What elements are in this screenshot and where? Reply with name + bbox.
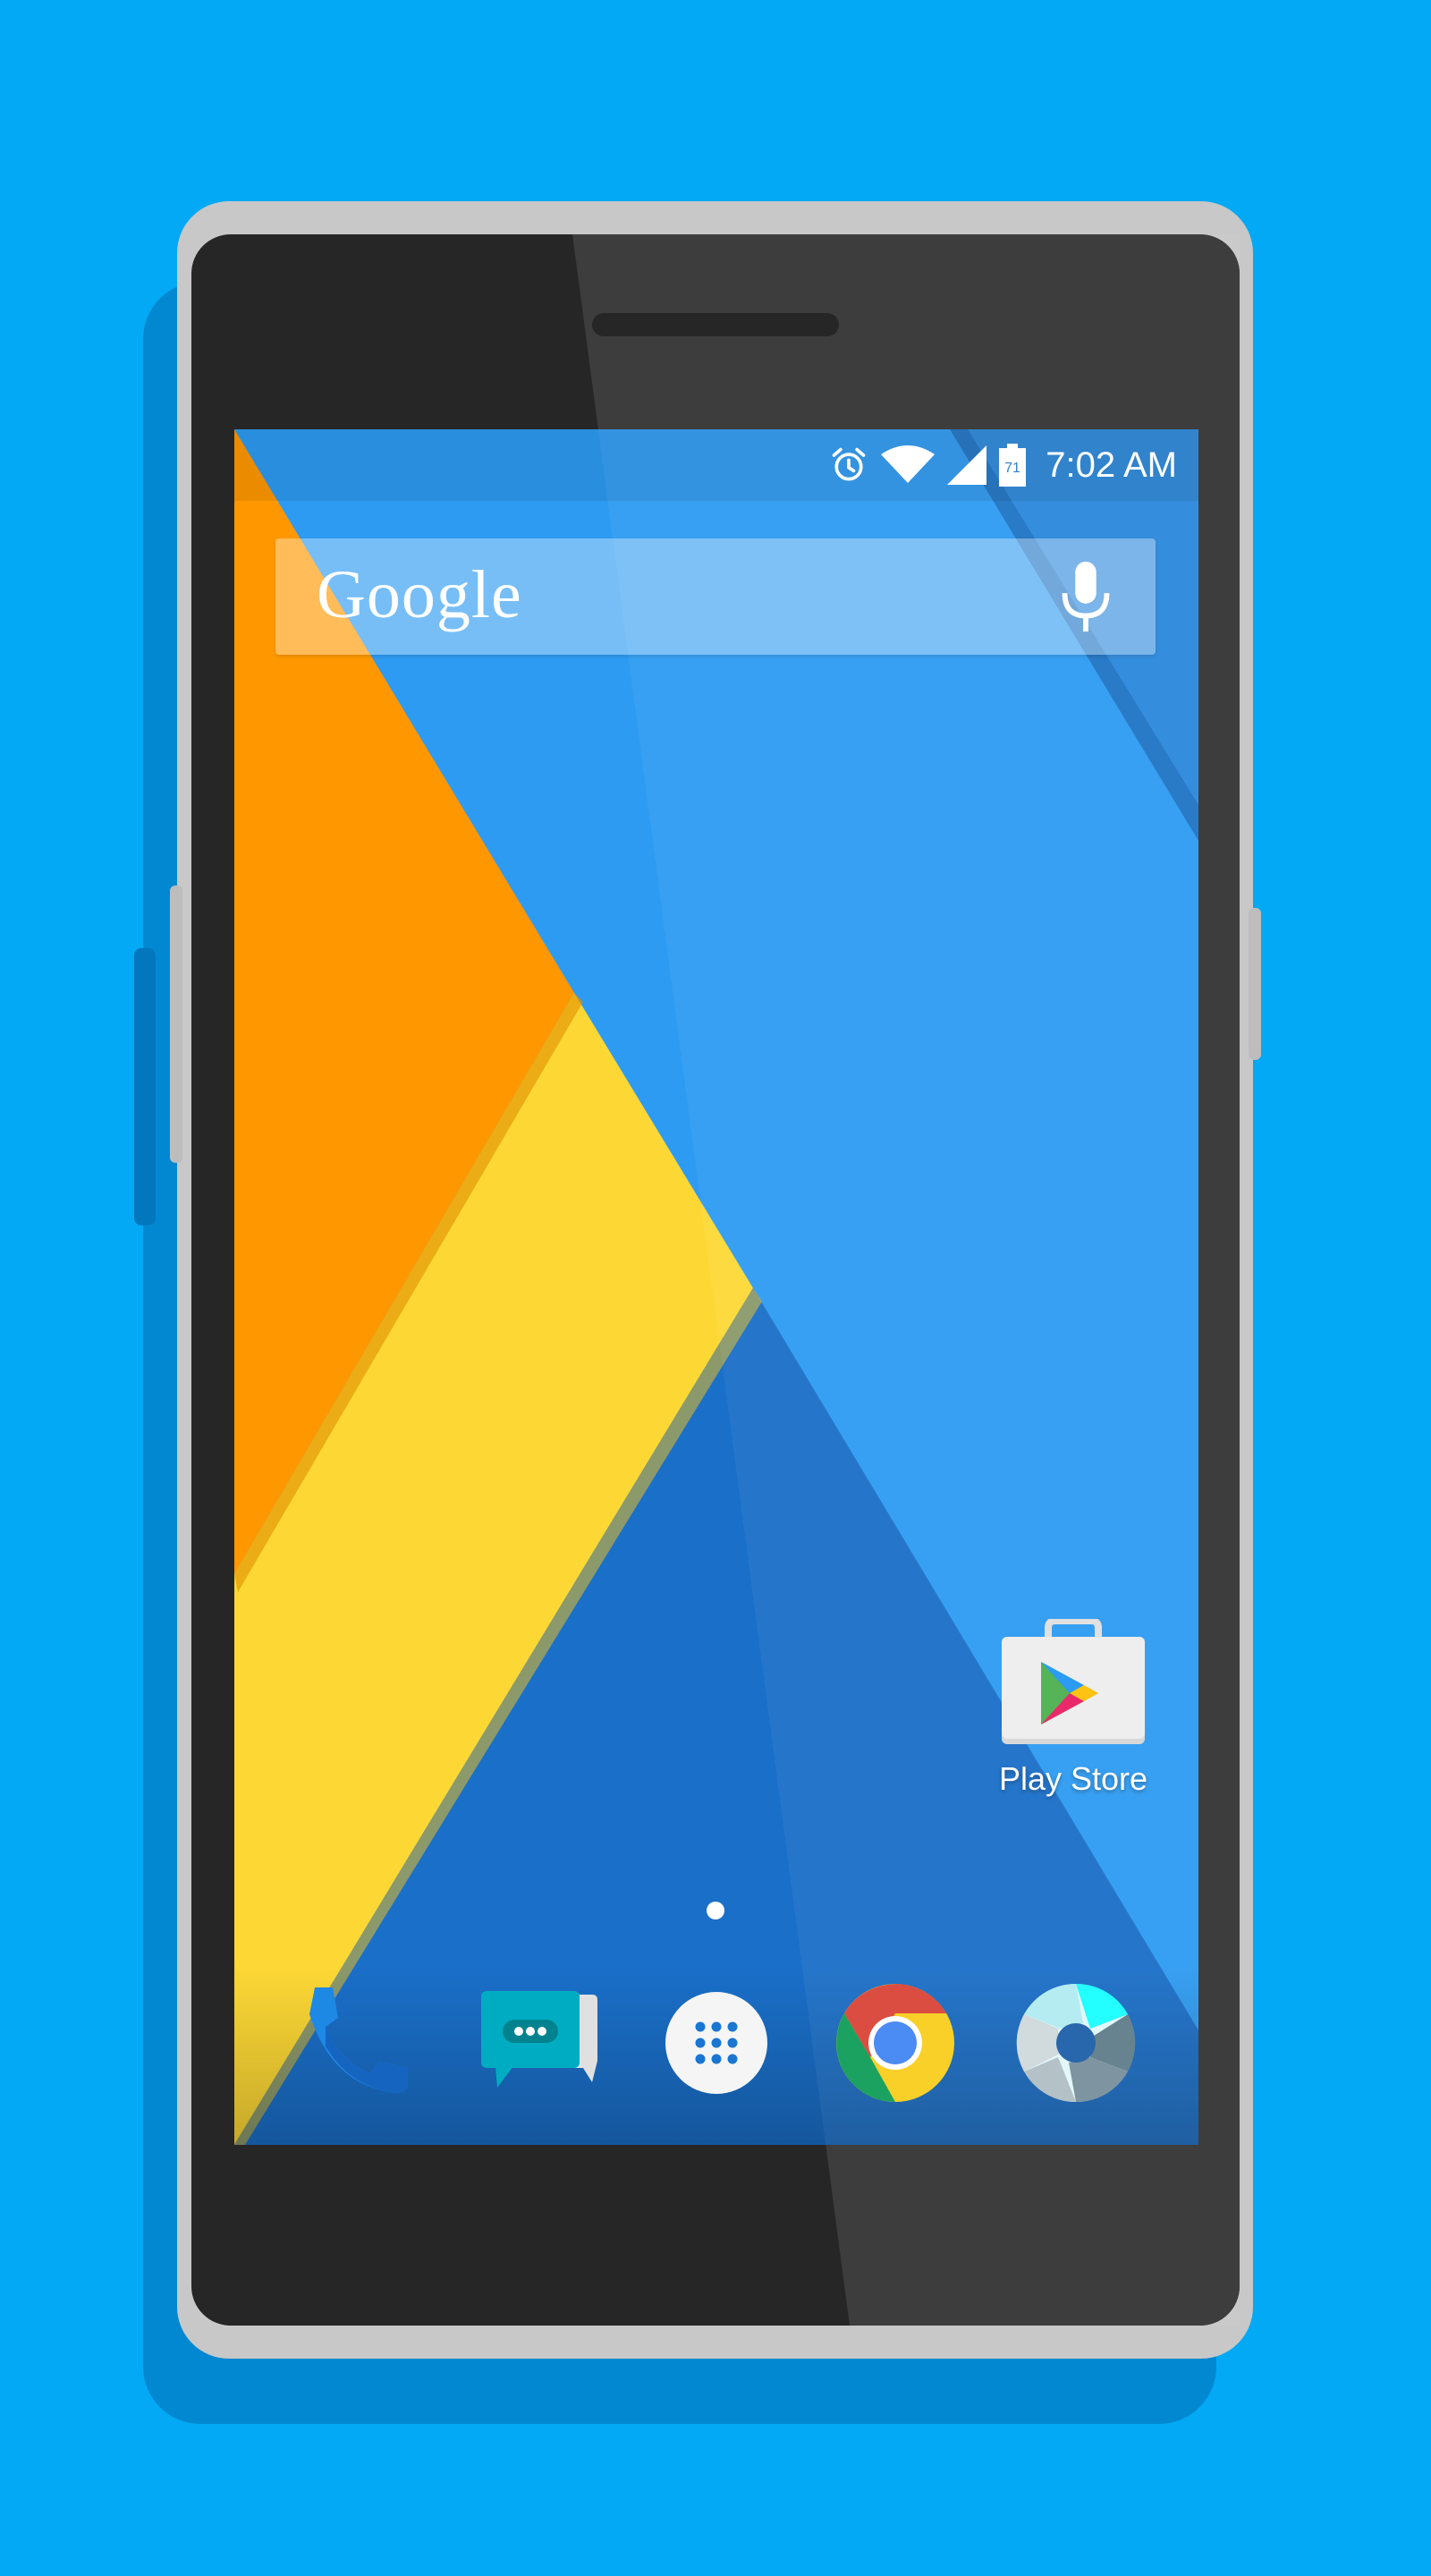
- volume-button: [170, 886, 182, 1163]
- status-bar: 71 7:02 AM: [234, 429, 1198, 501]
- battery-icon: 71: [999, 444, 1027, 487]
- stage: 71 7:02 AM Google Play Store: [0, 0, 1431, 2576]
- google-logo: Google: [317, 557, 522, 632]
- wallpaper: [234, 429, 1198, 2145]
- app-label: Play Store: [998, 1760, 1148, 1797]
- play-store-icon: [1002, 1619, 1145, 1744]
- cell-signal-icon: [947, 445, 987, 485]
- page-indicator-dot: [707, 1902, 724, 1919]
- power-button: [1249, 908, 1261, 1060]
- dock-chrome-button[interactable]: [834, 1982, 956, 2104]
- dock-messaging-button[interactable]: [478, 1982, 599, 2104]
- wifi-icon: [881, 445, 936, 483]
- home-screen: 71 7:02 AM Google Play Store: [234, 429, 1198, 2145]
- mic-icon[interactable]: [1059, 558, 1113, 635]
- app-drawer-icon: [665, 1992, 767, 2094]
- messaging-icon: [481, 1991, 597, 2088]
- dock-camera-button[interactable]: [1015, 1982, 1137, 2104]
- alarm-icon: [832, 447, 866, 481]
- status-icons: 71 7:02 AM: [829, 429, 1177, 501]
- camera-icon: [1016, 1983, 1136, 2103]
- status-time: 7:02 AM: [1046, 445, 1177, 485]
- phone-icon: [309, 1987, 408, 2093]
- volume-button-shadow: [134, 948, 156, 1225]
- dock-phone-button[interactable]: [297, 1982, 419, 2104]
- google-search-bar[interactable]: Google: [275, 538, 1156, 655]
- chrome-icon: [836, 1984, 954, 2102]
- earpiece-speaker: [592, 313, 839, 336]
- dock-app-drawer-button[interactable]: [656, 1982, 777, 2104]
- battery-level: 71: [1004, 461, 1020, 476]
